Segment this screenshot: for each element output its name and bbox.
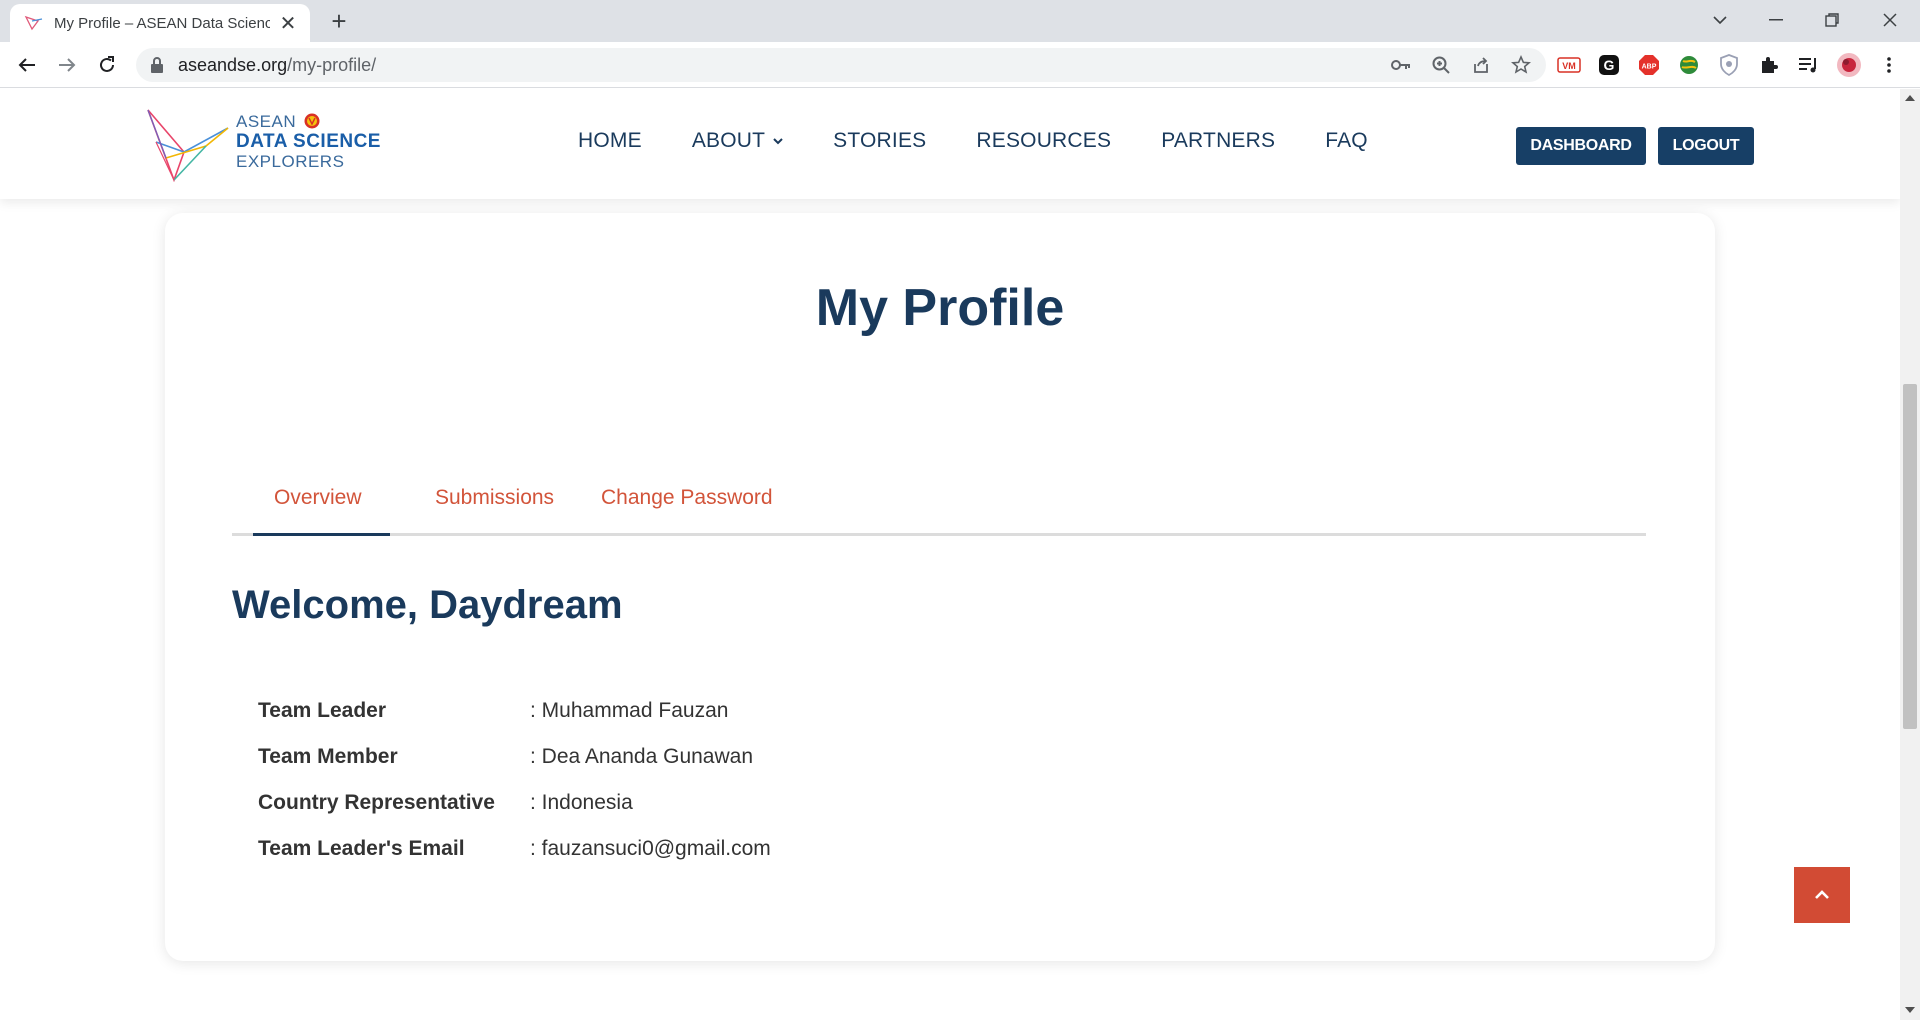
scrollbar-thumb[interactable] [1903,384,1917,729]
page-scrollbar[interactable] [1900,89,1920,1020]
close-window-icon[interactable] [1862,0,1918,40]
profile-tabs: Overview Submissions Change Password [232,486,1646,536]
logo-line-1: ASEAN [236,112,297,131]
nav-about[interactable]: ABOUT [692,129,783,153]
zoom-icon[interactable] [1428,52,1454,78]
info-row-team-leader: Team Leader : Muhammad Fauzan [258,688,771,734]
new-tab-icon[interactable]: + [324,6,354,36]
url-path: /my-profile/ [287,54,377,75]
key-icon[interactable] [1388,52,1414,78]
bookmark-star-icon[interactable] [1508,52,1534,78]
svg-text:VM: VM [1562,61,1576,71]
logo-line-3: EXPLORERS [236,152,345,171]
browser-menu-icon[interactable] [1874,50,1904,80]
tab-change-password[interactable]: Change Password [601,486,773,510]
browser-tabstrip: My Profile – ASEAN Data Science Explorer… [0,0,1920,42]
nav-stories[interactable]: STORIES [833,129,926,153]
main-nav: HOME ABOUT STORIES RESOURCES PARTNERS FA… [578,129,1418,153]
back-to-top-button[interactable] [1794,867,1850,923]
info-label: Team Member [258,745,398,768]
shield-extension-icon[interactable] [1714,50,1744,80]
chevron-down-icon [773,138,783,145]
reload-icon[interactable] [92,50,122,80]
adblock-plus-icon[interactable]: ABP [1634,50,1664,80]
nav-about-label: ABOUT [691,129,766,152]
logo-wordmark: ASEAN DATA SCIENCE EXPLORERS [236,112,381,172]
profile-avatar-icon[interactable] [1834,50,1864,80]
g-extension-icon[interactable]: G [1594,50,1624,80]
site-logo[interactable]: ASEAN DATA SCIENCE EXPLORERS [146,106,386,182]
profile-card: My Profile Overview Submissions Change P… [165,213,1715,961]
site-header: ASEAN DATA SCIENCE EXPLORERS HOME ABOUT … [0,89,1900,199]
info-value: : Dea Ananda Gunawan [530,745,754,768]
profile-info-list: Team Leader : Muhammad Fauzan Team Membe… [258,688,771,872]
info-value: : Muhammad Fauzan [530,699,729,722]
puzzle-extensions-icon[interactable] [1754,50,1784,80]
info-label: Country Representative [258,791,495,814]
media-queue-icon[interactable] [1794,50,1824,80]
info-label: Team Leader [258,699,386,722]
svg-text:G: G [1604,57,1615,73]
forward-arrow-icon[interactable] [52,50,82,80]
nav-home[interactable]: HOME [578,129,642,153]
scroll-up-arrow-icon[interactable] [1905,95,1915,101]
nav-resources[interactable]: RESOURCES [976,129,1111,153]
address-bar[interactable]: aseandse.org/my-profile/ [136,48,1546,82]
info-value: : Indonesia [530,791,633,814]
logout-button[interactable]: LOGOUT [1658,127,1754,165]
browser-tab[interactable]: My Profile – ASEAN Data Science Explorer… [10,4,310,42]
nav-partners[interactable]: PARTNERS [1161,129,1275,153]
asean-emblem-icon [304,113,320,129]
minimize-icon[interactable] [1748,0,1804,40]
info-row-team-member: Team Member : Dea Ananda Gunawan [258,734,771,780]
info-row-country: Country Representative : Indonesia [258,780,771,826]
svg-text:ABP: ABP [1642,64,1657,71]
page-viewport: ASEAN DATA SCIENCE EXPLORERS HOME ABOUT … [0,89,1900,1020]
chevron-up-icon [1815,890,1829,899]
tab-close-icon[interactable]: ✕ [278,11,298,36]
lock-icon [151,57,163,73]
page-title: My Profile [815,279,1065,337]
tab-title: My Profile – ASEAN Data Science Explorer… [54,14,270,32]
browser-toolbar: aseandse.org/my-profile/ VM G ABP [0,42,1920,88]
dashboard-button[interactable]: DASHBOARD [1516,127,1646,165]
globe-extension-icon[interactable] [1674,50,1704,80]
tab-search-icon[interactable] [1692,0,1748,40]
logo-line-2: DATA SCIENCE [236,131,381,152]
site-favicon-icon [24,15,43,31]
url-text: aseandse.org/my-profile/ [178,55,376,76]
restore-icon[interactable] [1804,0,1860,40]
info-row-email: Team Leader's Email : fauzansuci0@gmail.… [258,826,771,872]
share-icon[interactable] [1468,52,1494,78]
nav-faq[interactable]: FAQ [1325,129,1368,153]
tab-submissions[interactable]: Submissions [435,486,554,510]
active-tab-indicator [253,533,390,536]
back-arrow-icon[interactable] [12,50,42,80]
bird-logo-icon [147,109,229,182]
url-host: aseandse.org [178,54,288,75]
info-label: Team Leader's Email [258,837,465,860]
welcome-heading: Welcome, Daydream [232,583,623,627]
vm-extension-icon[interactable]: VM [1554,50,1584,80]
tab-overview[interactable]: Overview [274,486,362,510]
info-value: : fauzansuci0@gmail.com [530,837,771,860]
scroll-down-arrow-icon[interactable] [1905,1007,1915,1013]
